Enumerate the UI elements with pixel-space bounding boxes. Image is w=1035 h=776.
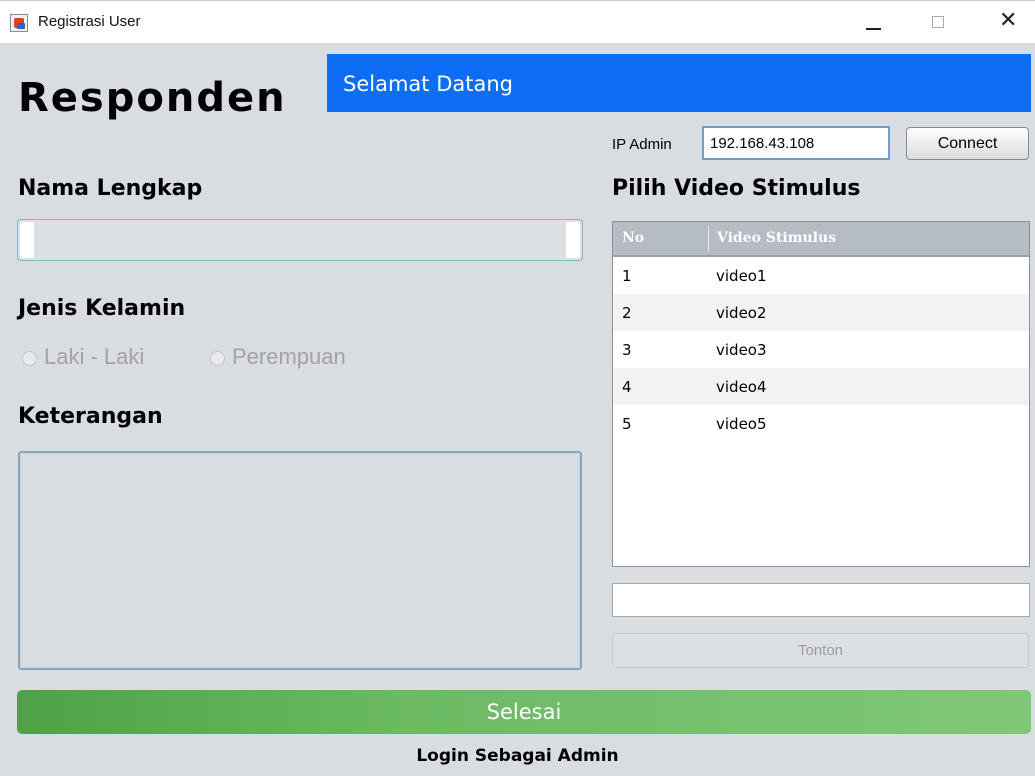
window-title: Registrasi User [38, 13, 141, 30]
notes-label: Keterangan [18, 404, 163, 429]
gender-option-label: Perempuan [232, 344, 346, 369]
column-header-no[interactable]: No [622, 222, 644, 255]
table-row[interactable]: 5 video5 [613, 405, 1029, 442]
welcome-banner: Selamat Datang [327, 54, 1031, 112]
video-heading: Pilih Video Stimulus [612, 176, 861, 201]
row-number: 2 [622, 304, 632, 322]
minimize-icon [866, 28, 881, 30]
maximize-button[interactable] [915, 1, 961, 43]
close-button[interactable]: ✕ [984, 1, 1030, 43]
connect-button[interactable]: Connect [906, 127, 1029, 160]
java-app-icon [10, 14, 28, 32]
row-video-name: video5 [716, 415, 767, 433]
table-header: No Video Stimulus [613, 222, 1029, 257]
row-video-name: video2 [716, 304, 767, 322]
welcome-text: Selamat Datang [343, 72, 513, 96]
name-label: Nama Lengkap [18, 176, 203, 201]
radio-icon [210, 351, 225, 366]
row-video-name: video3 [716, 341, 767, 359]
row-video-name: video1 [716, 267, 767, 285]
login-as-admin-link[interactable]: Login Sebagai Admin [0, 746, 1035, 766]
video-table: No Video Stimulus 1 video1 2 video2 3 vi… [612, 221, 1030, 567]
minimize-button[interactable] [850, 1, 896, 43]
table-row[interactable]: 3 video3 [613, 331, 1029, 368]
row-number: 4 [622, 378, 632, 396]
gender-option-label: Laki - Laki [44, 344, 145, 369]
table-row[interactable]: 2 video2 [613, 294, 1029, 331]
column-divider [708, 226, 709, 252]
finish-button[interactable]: Selesai [17, 690, 1031, 734]
table-row[interactable]: 1 video1 [613, 257, 1029, 294]
gender-label: Jenis Kelamin [18, 296, 186, 321]
maximize-icon [932, 16, 944, 28]
column-header-video[interactable]: Video Stimulus [717, 222, 836, 255]
watch-button[interactable]: Tonton [612, 633, 1029, 668]
ip-admin-label: IP Admin [612, 136, 672, 153]
ip-admin-input[interactable] [702, 126, 890, 160]
window-title-bar: Registrasi User ✕ [0, 0, 1035, 43]
row-number: 3 [622, 341, 632, 359]
page-title: Responden [18, 75, 287, 121]
notes-textarea[interactable] [18, 451, 582, 670]
full-name-input[interactable] [17, 219, 583, 261]
row-video-name: video4 [716, 378, 767, 396]
table-row[interactable]: 4 video4 [613, 368, 1029, 405]
selected-video-field[interactable] [612, 583, 1030, 617]
row-number: 1 [622, 267, 632, 285]
radio-icon [22, 351, 37, 366]
row-number: 5 [622, 415, 632, 433]
close-icon: ✕ [999, 8, 1018, 33]
